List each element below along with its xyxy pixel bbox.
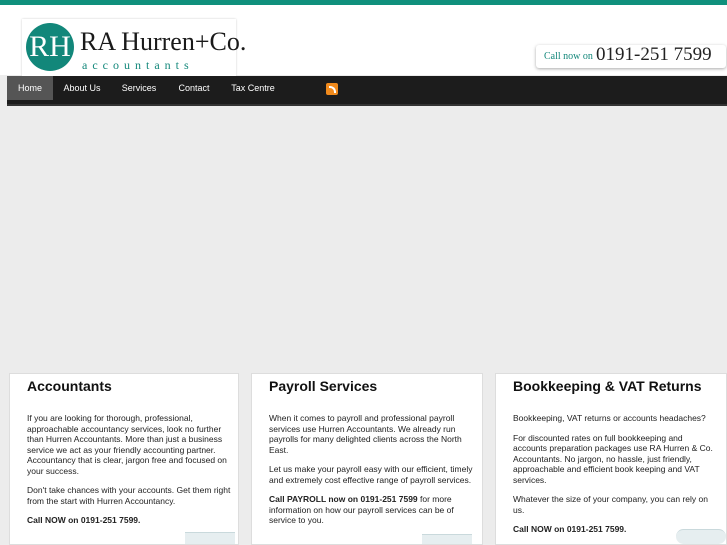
call-now-box: Call now on 0191-251 7599 — [536, 44, 726, 68]
main-nav: Home About Us Services Contact Tax Centr… — [7, 76, 727, 106]
card-cta: Call NOW on 0191-251 7599. — [513, 524, 627, 534]
card-cta: Call PAYROLL now on 0191-251 7599 — [269, 494, 418, 504]
card-title: Bookkeeping & VAT Returns — [513, 378, 702, 394]
card-title: Accountants — [27, 378, 112, 394]
card-paragraph: Don't take chances with your accounts. G… — [27, 485, 231, 506]
site-index-link[interactable]: Site Index Map — [661, 25, 721, 35]
card-body: When it comes to payroll and professiona… — [269, 413, 474, 535]
card-decoration — [676, 529, 726, 544]
header: RH RA Hurren+Co. accountants Site Index … — [0, 5, 727, 76]
logo-name: RA Hurren+Co. — [80, 27, 247, 56]
nav-contact[interactable]: Contact — [171, 76, 217, 100]
card-cta-paragraph: Call PAYROLL now on 0191-251 7599 for mo… — [269, 494, 474, 526]
card-paragraph: Whatever the size of your company, you c… — [513, 494, 708, 515]
card-title: Payroll Services — [269, 378, 378, 394]
card-decoration — [185, 532, 235, 544]
card-paragraph: Bookkeeping, VAT returns or accounts hea… — [513, 413, 706, 423]
nav-home[interactable]: Home — [7, 76, 53, 100]
nav-tax-centre[interactable]: Tax Centre — [225, 76, 281, 100]
card-accountants: Accountants If you are looking for thoro… — [9, 373, 239, 545]
rss-icon[interactable] — [326, 83, 338, 95]
nav-about-us[interactable]: About Us — [57, 76, 107, 100]
card-paragraph: When it comes to payroll and professiona… — [269, 413, 462, 455]
hero-banner — [0, 106, 727, 368]
call-now-label: Call now on — [544, 51, 593, 62]
logo-tagline: accountants — [82, 58, 194, 72]
card-decoration — [422, 534, 472, 544]
card-paragraph: If you are looking for thorough, profess… — [27, 413, 227, 476]
card-paragraph: For discounted rates on full bookkeeping… — [513, 432, 713, 485]
card-cta: Call NOW on 0191-251 7599. — [27, 515, 141, 525]
card-paragraph: Let us make your payroll easy with our e… — [269, 464, 473, 485]
phone-number: 0191-251 7599 — [596, 44, 712, 65]
card-payroll: Payroll Services When it comes to payrol… — [251, 373, 483, 545]
card-body: If you are looking for thorough, profess… — [27, 413, 232, 535]
logo[interactable]: RH RA Hurren+Co. accountants — [22, 19, 246, 76]
logo-monogram: RH — [26, 23, 74, 71]
nav-services[interactable]: Services — [115, 76, 163, 100]
card-bookkeeping: Bookkeeping & VAT Returns Bookkeeping, V… — [495, 373, 727, 545]
card-body: Bookkeeping, VAT returns or accounts hea… — [513, 413, 718, 544]
